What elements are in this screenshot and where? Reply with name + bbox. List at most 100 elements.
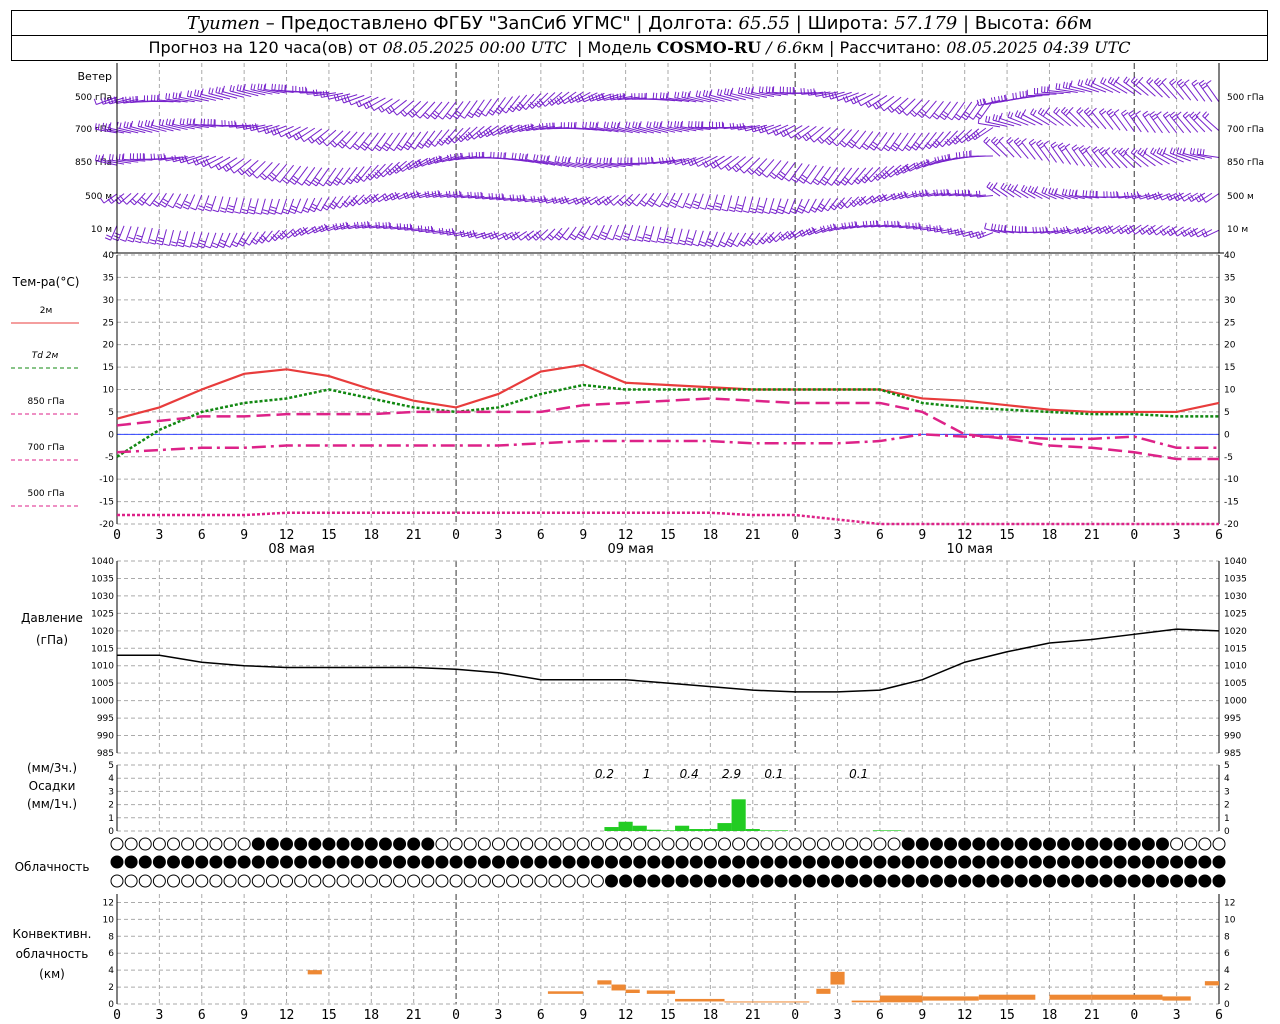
wind-barb-flag bbox=[894, 221, 896, 228]
wind-barb-flag bbox=[546, 235, 552, 241]
wind-barb-flag bbox=[654, 203, 661, 208]
cloud-cover-symbol bbox=[802, 837, 816, 851]
wind-barb bbox=[202, 195, 210, 211]
wind-barb bbox=[1184, 83, 1199, 102]
wind-barb-flag bbox=[870, 143, 877, 149]
wind-barb-flag bbox=[698, 91, 701, 98]
wind-barb-flag bbox=[537, 196, 540, 203]
cloud-cover-symbol bbox=[647, 874, 661, 888]
temp-tick-label: 40 bbox=[103, 251, 115, 261]
cloud-cover-symbol bbox=[322, 874, 336, 888]
wind-barb-flag bbox=[780, 171, 786, 176]
wind-barb-flag bbox=[270, 206, 277, 210]
cloud-cover-symbol bbox=[972, 855, 986, 869]
x-tick-label: 12 bbox=[957, 528, 973, 543]
wind-barb-flag bbox=[1093, 148, 1100, 154]
wind-barb-flag bbox=[361, 143, 368, 149]
wind-barb-flag bbox=[817, 138, 823, 144]
wind-barb-flag bbox=[249, 167, 255, 173]
wind-barb bbox=[400, 132, 415, 151]
cloud-cover-symbol bbox=[831, 837, 845, 851]
wind-barb-flag bbox=[381, 146, 388, 152]
wind-barb-flag bbox=[1076, 107, 1082, 112]
wind-barb-flag bbox=[319, 135, 325, 141]
wind-barb-flag bbox=[1189, 111, 1195, 117]
x-tick-label: 12 bbox=[957, 1008, 973, 1023]
conv-tick-label: 4 bbox=[108, 966, 114, 976]
wind-barb bbox=[649, 226, 655, 242]
wind-barb-flag bbox=[891, 221, 893, 228]
cloud-cover-symbol bbox=[421, 855, 435, 869]
cloud-cover-symbol bbox=[181, 855, 195, 869]
wind-barb-flag bbox=[650, 197, 656, 202]
wind-barb bbox=[217, 196, 224, 212]
wind-barb-flag bbox=[269, 174, 275, 180]
cloud-cover-symbol bbox=[972, 837, 986, 851]
wind-barb-flag bbox=[470, 191, 472, 198]
wind-barb-flag bbox=[250, 83, 253, 90]
wind-barb-flag bbox=[252, 237, 258, 243]
wind-barb-flag bbox=[736, 207, 743, 210]
wind-barb-flag bbox=[725, 243, 732, 248]
cloud-cover-symbol bbox=[1099, 837, 1113, 851]
wind-barb-flag bbox=[936, 225, 939, 232]
pressure-tick-label: 990 bbox=[97, 732, 114, 742]
wind-barb-flag bbox=[1171, 113, 1177, 119]
wind-barb-flag bbox=[244, 171, 250, 177]
wind-barb-flag bbox=[1184, 79, 1190, 84]
wind-barb bbox=[189, 231, 196, 248]
wind-barb-flag bbox=[307, 138, 313, 144]
wind-barb-flag bbox=[292, 134, 297, 141]
wind-barb-flag bbox=[670, 201, 677, 206]
x-tick-label: 3 bbox=[495, 528, 503, 543]
wind-barb-flag bbox=[926, 224, 929, 232]
wind-barb-flag bbox=[1153, 77, 1159, 83]
wind-barb-flag bbox=[1000, 182, 1005, 189]
wind-barb-flag bbox=[1130, 76, 1136, 82]
wind-barb-flag bbox=[911, 109, 917, 115]
precip-bar bbox=[759, 830, 774, 831]
pressure-unit: (гПа) bbox=[36, 633, 68, 647]
wind-barb-flag bbox=[785, 233, 790, 240]
wind-barb bbox=[656, 226, 662, 243]
temp-tick-label: 5 bbox=[1224, 408, 1230, 418]
wind-barb-flag bbox=[601, 231, 608, 235]
pressure-tick-label: 1035 bbox=[1224, 574, 1247, 584]
conv-bar bbox=[547, 991, 584, 994]
wind-barb-flag bbox=[656, 121, 659, 128]
wind-barb bbox=[187, 194, 196, 210]
wind-barb-flag bbox=[732, 167, 737, 173]
pressure-tick-label: 1005 bbox=[1224, 679, 1247, 689]
cloud-cover-symbol bbox=[520, 874, 534, 888]
wind-barb-flag bbox=[814, 178, 820, 183]
wind-barb-flag bbox=[645, 233, 652, 237]
wind-barb-flag bbox=[1004, 225, 1007, 232]
wind-barb bbox=[505, 95, 521, 114]
wind-barb-flag bbox=[1065, 82, 1068, 89]
wind-barb-flag bbox=[765, 128, 769, 135]
wind-barb-flag bbox=[939, 115, 945, 121]
cloud-cover-symbol bbox=[548, 837, 562, 851]
wind-barb-flag bbox=[694, 200, 701, 204]
wind-barb-flag bbox=[846, 180, 852, 186]
wind-barb-flag bbox=[557, 231, 564, 236]
wind-barb-flag bbox=[986, 181, 991, 188]
wind-barb-flag bbox=[425, 141, 431, 146]
wind-barb-flag bbox=[274, 178, 281, 183]
wind-barb-flag bbox=[591, 236, 598, 241]
wind-barb-flag bbox=[417, 225, 420, 232]
cloud-cover-symbol bbox=[378, 855, 392, 869]
wind-barb-flag bbox=[167, 204, 174, 209]
x-tick-label: 0 bbox=[1130, 1008, 1138, 1023]
wind-barb-flag bbox=[919, 223, 922, 231]
wind-barb-flag bbox=[219, 241, 225, 246]
cloud-cover-symbol bbox=[280, 837, 294, 851]
wind-level-label: 500 гПа bbox=[1227, 93, 1264, 103]
wind-barb-flag bbox=[165, 93, 168, 100]
cloud-cover-symbol bbox=[463, 837, 477, 851]
cloud-cover-symbol bbox=[1014, 855, 1028, 869]
wind-barb-flag bbox=[847, 143, 853, 149]
wind-barb-flag bbox=[684, 205, 691, 209]
pressure-tick-label: 1025 bbox=[91, 609, 114, 619]
wind-barb-flag bbox=[249, 206, 256, 209]
